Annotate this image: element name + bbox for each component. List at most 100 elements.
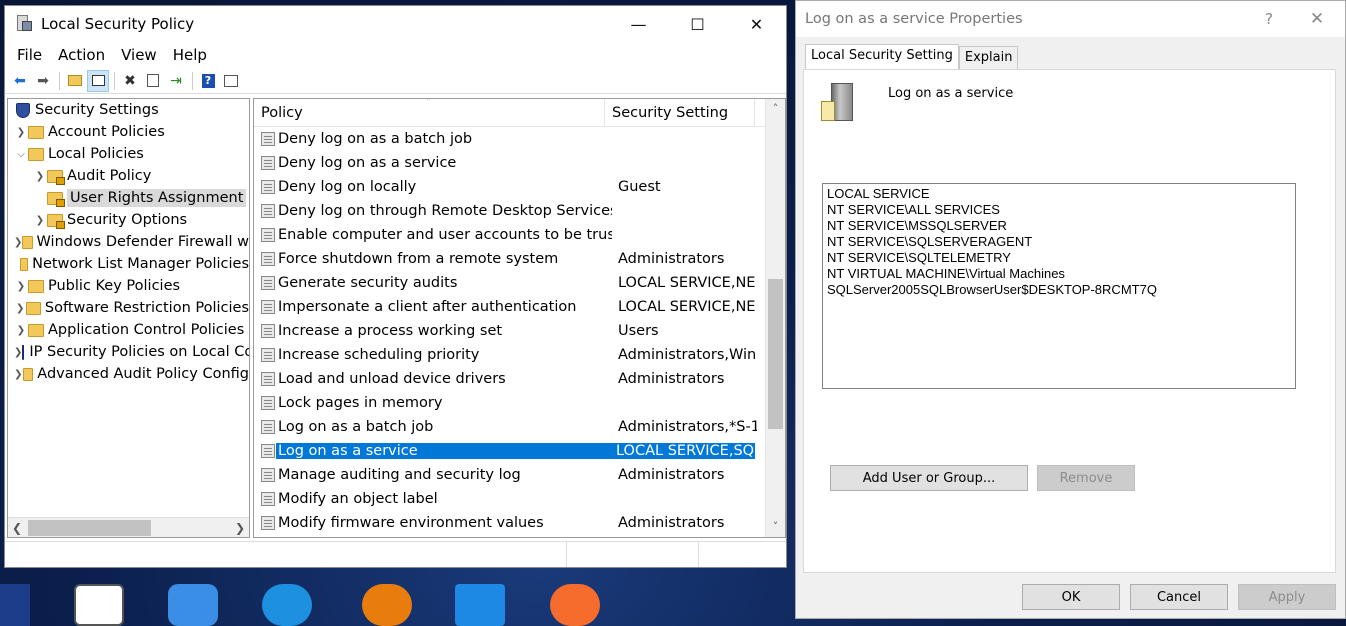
expand-chevron-icon[interactable]: ❯ (14, 237, 22, 248)
tree-scroll-thumb[interactable] (28, 519, 151, 536)
add-user-or-group-button[interactable]: Add User or Group... (830, 465, 1028, 491)
desktop-icon-2[interactable] (74, 584, 124, 626)
table-row[interactable]: Increase a process working set Users (254, 319, 785, 343)
help-question-icon[interactable]: ? (1249, 10, 1289, 28)
security-setting-cell: Administrators,*S-1... (618, 419, 757, 435)
table-row[interactable]: Modify an object label (254, 487, 785, 511)
table-row[interactable]: Impersonate a client after authenticatio… (254, 295, 785, 319)
blender-icon[interactable] (362, 584, 412, 626)
table-row[interactable]: Lock pages in memory (254, 391, 785, 415)
origin-icon[interactable] (550, 584, 600, 626)
tree-item[interactable]: ⌵ Local Policies (8, 143, 249, 165)
tree-item[interactable]: Security Settings (8, 99, 249, 121)
back-icon[interactable]: ⬅ (9, 70, 31, 92)
list-item[interactable]: NT SERVICE\SQLSERVERAGENT (827, 234, 1291, 250)
scroll-down-icon[interactable]: ˅ (766, 517, 785, 537)
dialog-title-bar[interactable]: Log on as a service Properties ? ✕ (796, 1, 1345, 37)
scroll-up-icon[interactable]: ˄ (766, 99, 785, 119)
menu-action[interactable]: Action (50, 46, 113, 64)
ok-button[interactable]: OK (1022, 584, 1120, 610)
list-item[interactable]: NT SERVICE\ALL SERVICES (827, 202, 1291, 218)
tree-item[interactable]: ❯ Windows Defender Firewall w (8, 231, 249, 253)
table-row[interactable]: Load and unload device drivers Administra… (254, 367, 785, 391)
up-folder-icon[interactable] (64, 70, 86, 92)
expand-chevron-icon[interactable]: ❯ (14, 369, 23, 380)
security-setting-cell: Administrators (618, 371, 725, 387)
column-security-setting[interactable]: Security Setting (605, 99, 755, 126)
help-icon[interactable]: ? (197, 70, 219, 92)
tree-item[interactable]: ❯ Public Key Policies (8, 275, 249, 297)
table-row[interactable]: Manage auditing and security log Administ… (254, 463, 785, 487)
tree-item[interactable]: ❯ Advanced Audit Policy Config (8, 363, 249, 385)
expand-chevron-icon[interactable]: ❯ (33, 215, 47, 226)
remove-button[interactable]: Remove (1037, 465, 1135, 491)
list-vertical-scrollbar[interactable]: ˄ ˅ (765, 99, 785, 537)
list-scroll-thumb[interactable] (768, 279, 783, 429)
view-icon[interactable] (220, 70, 242, 92)
desktop-icon-6[interactable] (455, 584, 505, 626)
dialog-close-button[interactable]: ✕ (1289, 9, 1345, 29)
table-row[interactable]: Log on as a service LOCAL SERVICE,SQ... (254, 439, 785, 463)
table-row[interactable]: Deny log on locally Guest (254, 175, 785, 199)
tree-item[interactable]: ❯ Audit Policy (8, 165, 249, 187)
tree-item[interactable]: Network List Manager Policies (8, 253, 249, 275)
console-tree[interactable]: Security Settings ❯ Account Policies ⌵ Local… (7, 98, 250, 538)
table-row[interactable]: Generate security audits LOCAL SERVICE,NE… (254, 271, 785, 295)
expand-chevron-icon[interactable]: ❯ (14, 127, 28, 138)
desktop-icon-3[interactable] (168, 584, 218, 626)
table-row[interactable]: Log on as a batch job Administrators,*S-1… (254, 415, 785, 439)
menu-file[interactable]: File (9, 46, 50, 64)
policy-list[interactable]: Policy Security Setting ˄ Deny log on as… (253, 98, 786, 538)
tree-item[interactable]: ❯ Security Options (8, 209, 249, 231)
collapse-chevron-icon[interactable]: ⌵ (14, 149, 28, 160)
desktop-icon-1[interactable] (0, 584, 30, 626)
table-row[interactable]: Deny log on as a service (254, 151, 785, 175)
maximize-button[interactable]: ☐ (668, 6, 727, 42)
tab-local-security-setting[interactable]: Local Security Setting (805, 44, 959, 69)
policy-name-cell: Modify firmware environment values (278, 515, 544, 531)
scroll-left-icon[interactable]: ❮ (8, 521, 26, 535)
expand-chevron-icon[interactable]: ❯ (14, 325, 28, 336)
table-row[interactable]: Deny log on as a batch job (254, 127, 785, 151)
list-item[interactable]: NT SERVICE\SQLTELEMETRY (827, 250, 1291, 266)
tree-item[interactable]: ❯ Application Control Policies (8, 319, 249, 341)
list-item[interactable]: LOCAL SERVICE (827, 186, 1291, 202)
tree-item[interactable]: User Rights Assignment (8, 187, 249, 209)
docker-icon[interactable] (262, 584, 312, 626)
list-item[interactable]: SQLServer2005SQLBrowserUser$DESKTOP-8RCM… (827, 282, 1291, 298)
table-row[interactable]: Deny log on through Remote Desktop Servi… (254, 199, 785, 223)
table-row[interactable]: Modify firmware environment values Admini… (254, 511, 785, 535)
close-button[interactable]: ✕ (727, 6, 786, 42)
policy-icon (261, 372, 275, 386)
tree-item[interactable]: ❯ Account Policies (8, 121, 249, 143)
properties-icon[interactable] (142, 70, 164, 92)
tree-item[interactable]: ❯ IP Security Policies on Local Co (8, 341, 249, 363)
apply-button[interactable]: Apply (1238, 584, 1336, 610)
forward-icon[interactable]: ➡ (32, 70, 54, 92)
server-policy-icon (819, 83, 859, 127)
scroll-right-icon[interactable]: ❯ (231, 521, 249, 535)
list-item[interactable]: NT SERVICE\MSSQLSERVER (827, 218, 1291, 234)
tree-item[interactable]: ❯ Software Restriction Policies (8, 297, 249, 319)
menu-view[interactable]: View (113, 46, 165, 64)
expand-chevron-icon[interactable]: ❯ (14, 303, 26, 314)
expand-chevron-icon[interactable]: ❯ (14, 347, 22, 358)
export-icon[interactable]: ⇥ (165, 70, 187, 92)
tree-item-label: Account Policies (48, 124, 165, 140)
table-row[interactable]: Increase scheduling priority Administrato… (254, 343, 785, 367)
policy-name-cell: Deny log on through Remote Desktop Servi… (278, 203, 612, 219)
expand-chevron-icon[interactable]: ❯ (33, 171, 47, 182)
members-list[interactable]: LOCAL SERVICE NT SERVICE\ALL SERVICES NT S… (822, 183, 1296, 389)
table-row[interactable]: Force shutdown from a remote system Admin… (254, 247, 785, 271)
table-row[interactable]: Enable computer and user accounts to be … (254, 223, 785, 247)
menu-help[interactable]: Help (165, 46, 215, 64)
cancel-button[interactable]: Cancel (1130, 584, 1228, 610)
tab-explain[interactable]: Explain (958, 46, 1019, 69)
title-bar[interactable]: Local Security Policy — ☐ ✕ (5, 6, 786, 42)
show-tree-icon[interactable] (87, 69, 109, 92)
minimize-button[interactable]: — (609, 6, 668, 42)
delete-icon[interactable]: ✖ (119, 70, 141, 92)
tree-horizontal-scrollbar[interactable]: ❮ ❯ (8, 517, 249, 537)
expand-chevron-icon[interactable]: ❯ (14, 281, 28, 292)
list-item[interactable]: NT VIRTUAL MACHINE\Virtual Machines (827, 266, 1291, 282)
